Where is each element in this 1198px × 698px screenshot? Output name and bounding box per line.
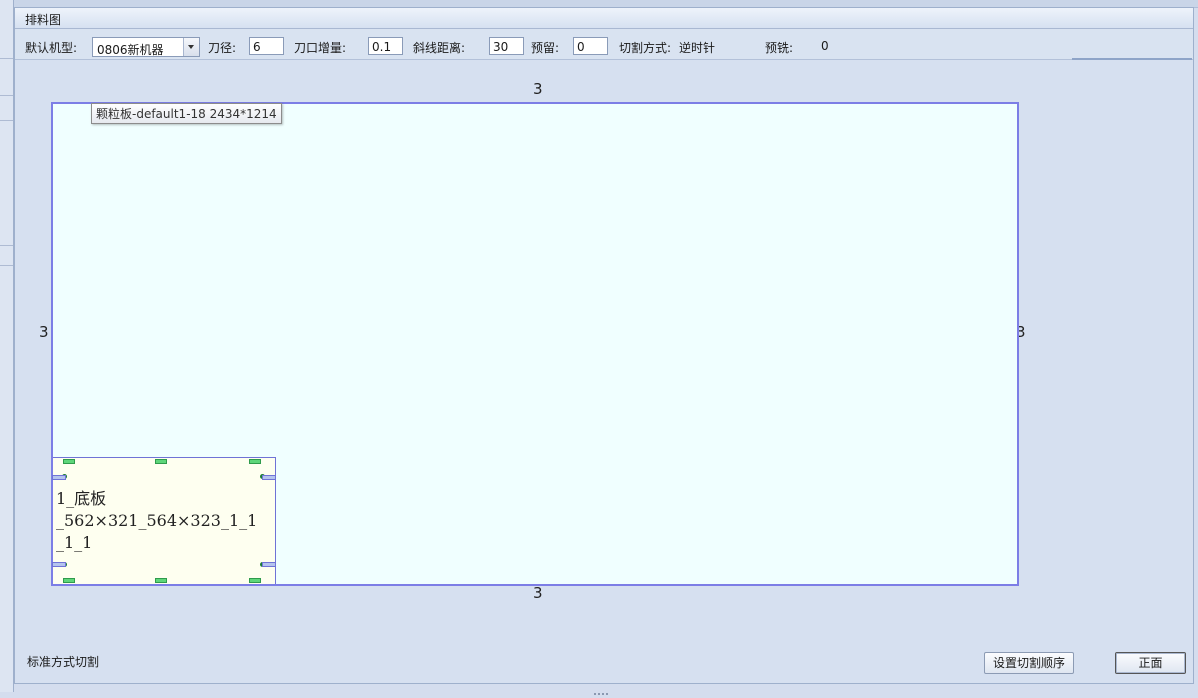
board-sheet[interactable]: 1_底板 _562×321_564×323_1_1 _1_1 — [51, 102, 1019, 586]
sheet-tooltip: 颗粒板-default1-18 2434*1214 — [91, 103, 282, 124]
strip-divider — [0, 95, 13, 96]
strip-divider — [0, 58, 13, 59]
panel-header: 排料图 — [15, 8, 1193, 29]
cut-mode-status: 标准方式切割 — [27, 655, 100, 669]
panel-title: 排料图 — [25, 13, 62, 27]
nesting-panel: 排料图 默认机型: 0806新机器 刀径: 6 刀口增量: 0.1 斜线距离: … — [14, 7, 1194, 684]
bevel-label: 斜线距离: — [413, 41, 466, 55]
reserve-label: 预留: — [531, 41, 560, 55]
cut-mode-label: 切割方式: — [619, 41, 672, 55]
settings-toolbar: 默认机型: 0806新机器 刀径: 6 刀口增量: 0.1 斜线距离: 30 预… — [15, 29, 1193, 60]
bevel-distance-input[interactable]: 30 — [489, 37, 524, 55]
strip-divider — [0, 265, 13, 266]
blade-diameter-input[interactable]: 6 — [249, 37, 284, 55]
resize-handle[interactable] — [63, 459, 75, 464]
part-label-line2: _562×321_564×323_1_1 — [56, 511, 258, 530]
blade-label: 刀径: — [208, 41, 237, 55]
nesting-canvas[interactable]: 3 3 3 3 1_底板 _562×321_564×323_1_1 _1_1 颗… — [15, 60, 1193, 630]
machine-select[interactable]: 0806新机器 — [92, 37, 200, 57]
resize-grip-icon[interactable] — [594, 684, 612, 695]
part-label-line1: 1_底板 — [56, 489, 107, 508]
reserve-input[interactable]: 0 — [573, 37, 608, 55]
edge-marker — [52, 475, 66, 480]
set-cut-order-button[interactable]: 设置切割顺序 — [984, 652, 1074, 674]
chevron-down-icon[interactable] — [183, 38, 199, 56]
part-label-line3: _1_1 — [56, 533, 93, 552]
edge-marker — [262, 475, 276, 480]
kerf-label: 刀口增量: — [294, 41, 347, 55]
resize-handle[interactable] — [249, 459, 261, 464]
premill-value: 0 — [821, 39, 829, 53]
margin-bottom-label: 3 — [533, 584, 543, 602]
strip-divider — [0, 120, 13, 121]
strip-divider — [0, 245, 13, 246]
kerf-increment-input[interactable]: 0.1 — [368, 37, 403, 55]
resize-handle[interactable] — [155, 578, 167, 583]
margin-top-label: 3 — [533, 80, 543, 98]
edge-marker — [262, 562, 276, 567]
part-bottom-panel[interactable]: 1_底板 _562×321_564×323_1_1 _1_1 — [52, 457, 276, 584]
left-dock-strip — [0, 0, 14, 692]
machine-select-value: 0806新机器 — [97, 43, 164, 57]
resize-handle[interactable] — [155, 459, 167, 464]
part-label: 1_底板 _562×321_564×323_1_1 _1_1 — [56, 488, 257, 554]
edge-marker — [52, 562, 66, 567]
premill-label: 预铣: — [765, 41, 794, 55]
cut-mode-value: 逆时针 — [679, 41, 716, 55]
machine-label: 默认机型: — [25, 41, 78, 55]
margin-left-label: 3 — [39, 323, 49, 341]
resize-handle[interactable] — [249, 578, 261, 583]
front-side-button[interactable]: 正面 — [1115, 652, 1186, 674]
resize-handle[interactable] — [63, 578, 75, 583]
